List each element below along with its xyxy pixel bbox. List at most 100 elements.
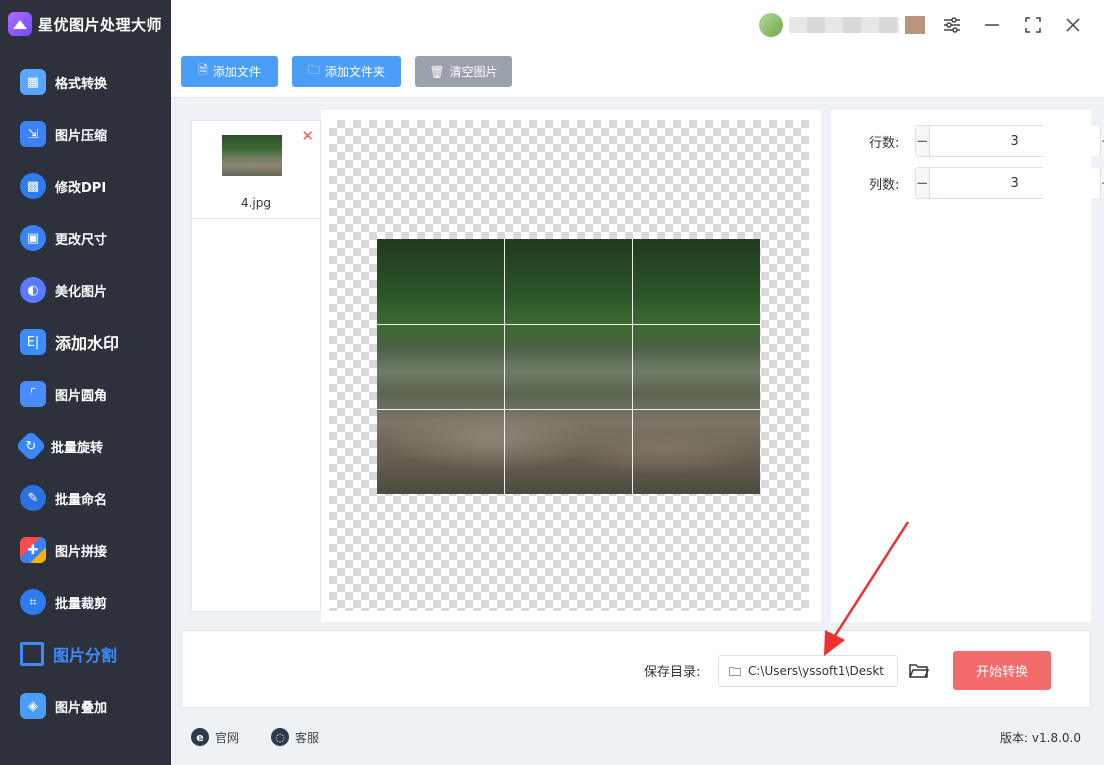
compress-icon: ⇲ (20, 121, 46, 147)
minimize-icon[interactable] (979, 12, 1005, 38)
rows-decrement-button[interactable]: − (916, 126, 930, 156)
cols-setting: 列数: − + (831, 167, 1104, 199)
sidebar-item-layers[interactable]: ◈ 图片叠加 (0, 684, 171, 728)
output-panel: 保存目录: C:\Users\yssoft1\Deskt 开始转换 (181, 630, 1091, 708)
preview-panel (321, 110, 821, 622)
split-line (377, 409, 760, 410)
cols-decrement-button[interactable]: − (916, 168, 930, 198)
user-name-blurred (789, 17, 899, 33)
cols-increment-button[interactable]: + (1099, 168, 1104, 198)
sidebar-item-label: 美化图片 (55, 284, 108, 300)
cols-label: 列数: (869, 177, 900, 193)
file-list: ✕ 4.jpg (191, 120, 321, 612)
rows-setting: 行数: − + (831, 125, 1104, 157)
rows-increment-button[interactable]: + (1099, 126, 1104, 156)
split-line (632, 239, 633, 494)
sidebar-item-round-corner[interactable]: ⌜ 图片圆角 (0, 372, 171, 416)
save-dir-value: C:\Users\yssoft1\Deskt (748, 664, 884, 678)
toolbar: 🗎 添加文件 🗀 添加文件夹 🗑 清空图片 (171, 50, 1104, 98)
split-line (504, 239, 505, 494)
sidebar-item-split[interactable]: 图片分割 (0, 632, 171, 676)
support-link[interactable]: ◌ 客服 (271, 728, 319, 746)
add-file-button[interactable]: 🗎 添加文件 (181, 56, 278, 87)
sidebar: 星优图片处理大师 ▦ 格式转换 ⇲ 图片压缩 ▩ 修改DPI ▣ 更改尺寸 ◐ … (0, 0, 171, 765)
puzzle-icon: ✚ (20, 537, 46, 563)
split-settings: 行数: − + 列数: − + (831, 110, 1104, 622)
sidebar-item-label: 格式转换 (55, 76, 108, 92)
sidebar-item-crop[interactable]: ⌗ 批量裁剪 (0, 580, 171, 624)
sidebar-item-label: 修改DPI (55, 180, 107, 196)
sidebar-item-format-convert[interactable]: ▦ 格式转换 (0, 60, 171, 104)
crop-icon: ⌗ (20, 589, 46, 615)
watermark-icon: E| (20, 329, 46, 355)
support-label: 客服 (295, 730, 320, 745)
rotate-icon: ↻ (15, 430, 47, 462)
add-folder-label: 添加文件夹 (325, 65, 386, 79)
preview-canvas (329, 120, 809, 611)
sidebar-item-label: 图片叠加 (55, 700, 108, 716)
image-convert-icon: ▦ (20, 69, 46, 95)
sidebar-item-label: 批量旋转 (51, 440, 104, 456)
footer: e 官网 ◌ 客服 版本: v1.8.0.0 (171, 712, 1104, 765)
ie-icon: e (191, 728, 209, 746)
close-icon[interactable] (1060, 12, 1086, 38)
sidebar-item-label: 图片压缩 (55, 128, 108, 144)
rename-icon: ✎ (20, 485, 46, 511)
sidebar-item-label: 批量命名 (55, 492, 108, 508)
main-area: 🗎 添加文件 🗀 添加文件夹 🗑 清空图片 ✕ 4.jpg 行数: − 3 列数… (171, 0, 1104, 765)
rows-label: 行数: (869, 135, 900, 151)
folder-small-icon (729, 667, 741, 676)
app-title: 星优图片处理大师 (8, 10, 162, 38)
sidebar-item-label: 添加水印 (55, 334, 120, 353)
website-link[interactable]: e 官网 (191, 728, 239, 746)
sidebar-item-label: 图片拼接 (55, 544, 108, 560)
title-bar (171, 0, 1104, 50)
file-icon: 🗎 (198, 63, 208, 77)
sidebar-item-label: 更改尺寸 (55, 232, 108, 248)
folder-icon: 🗀 (307, 63, 320, 77)
sidebar-item-beautify[interactable]: ◐ 美化图片 (0, 268, 171, 312)
save-dir-field[interactable]: C:\Users\yssoft1\Deskt (718, 655, 898, 687)
user-account[interactable] (759, 13, 925, 37)
split-line (377, 324, 760, 325)
file-name: 4.jpg (240, 196, 272, 210)
user-tag-blurred (905, 16, 925, 34)
remove-file-icon[interactable]: ✕ (301, 129, 314, 144)
round-corner-icon: ⌜ (20, 381, 46, 407)
sidebar-item-puzzle[interactable]: ✚ 图片拼接 (0, 528, 171, 572)
clear-images-button[interactable]: 🗑 清空图片 (415, 56, 512, 87)
rows-stepper: − + (915, 125, 1104, 157)
sidebar-item-rotate[interactable]: ↻ 批量旋转 (0, 424, 171, 468)
maximize-icon[interactable] (1020, 12, 1046, 38)
sidebar-item-watermark[interactable]: E| 添加水印 (0, 320, 171, 364)
cols-input[interactable] (929, 168, 1100, 198)
sidebar-item-rename[interactable]: ✎ 批量命名 (0, 476, 171, 520)
avatar (759, 13, 783, 37)
file-thumbnail (222, 135, 282, 176)
version-text: 版本: v1.8.0.0 (1000, 731, 1081, 745)
sidebar-item-resize[interactable]: ▣ 更改尺寸 (0, 216, 171, 260)
settings-icon[interactable] (939, 12, 965, 38)
browse-folder-icon[interactable] (906, 658, 932, 684)
sidebar-item-compress[interactable]: ⇲ 图片压缩 (0, 112, 171, 156)
add-file-label: 添加文件 (212, 65, 261, 79)
add-folder-button[interactable]: 🗀 添加文件夹 (292, 56, 401, 87)
cols-stepper: − + (915, 167, 1104, 199)
dpi-icon: ▩ (20, 173, 46, 199)
beautify-icon: ◐ (20, 277, 46, 303)
sidebar-item-label: 图片分割 (53, 646, 118, 665)
save-dir-label: 保存目录: (644, 665, 701, 680)
app-logo-icon (8, 12, 32, 36)
start-convert-button[interactable]: 开始转换 (953, 651, 1051, 690)
rows-input[interactable] (929, 126, 1100, 156)
clear-images-label: 清空图片 (449, 65, 498, 79)
preview-image (377, 239, 760, 494)
sidebar-item-dpi[interactable]: ▩ 修改DPI (0, 164, 171, 208)
split-icon (20, 642, 44, 666)
resize-icon: ▣ (20, 225, 46, 251)
sidebar-item-label: 图片圆角 (55, 388, 108, 404)
app-title-text: 星优图片处理大师 (38, 15, 163, 34)
list-item[interactable]: ✕ 4.jpg (192, 121, 320, 219)
website-label: 官网 (215, 730, 240, 745)
layers-icon: ◈ (20, 693, 46, 719)
